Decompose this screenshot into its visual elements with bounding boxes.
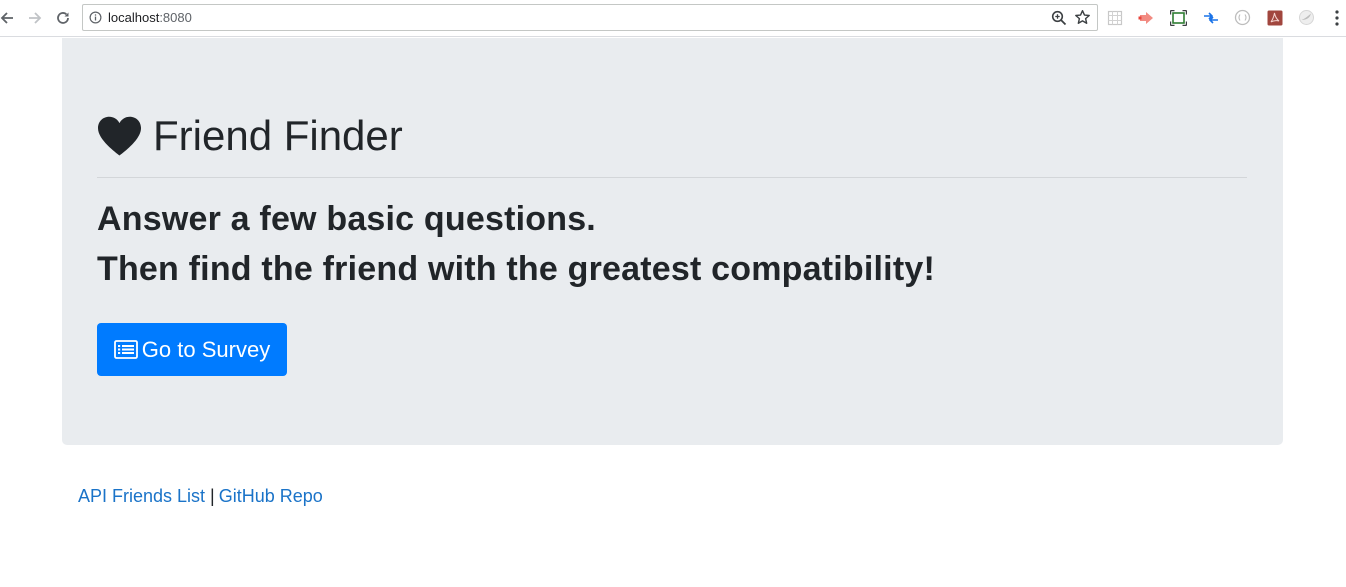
address-bar[interactable]: localhost:8080 bbox=[82, 4, 1098, 31]
jumbotron: Friend Finder Answer a few basic questio… bbox=[62, 38, 1283, 445]
lead-text-line-2: Then find the friend with the greatest c… bbox=[97, 250, 935, 288]
circle-extension-icon[interactable] bbox=[1234, 9, 1251, 26]
list-alt-icon bbox=[113, 340, 138, 359]
star-icon[interactable] bbox=[1074, 9, 1091, 26]
red-arrow-extension-icon[interactable] bbox=[1138, 9, 1155, 26]
page-title: Friend Finder bbox=[153, 112, 403, 159]
title-row: Friend Finder bbox=[97, 112, 403, 160]
back-arrow-icon[interactable] bbox=[0, 7, 18, 29]
zoom-icon[interactable] bbox=[1051, 10, 1067, 26]
info-icon[interactable] bbox=[89, 11, 102, 24]
heart-icon bbox=[98, 116, 141, 156]
url-host: localhost bbox=[108, 10, 160, 25]
pdf-extension-icon[interactable] bbox=[1266, 9, 1283, 26]
more-vertical-icon[interactable] bbox=[1330, 9, 1344, 27]
go-to-survey-button[interactable]: Go to Survey bbox=[97, 323, 287, 376]
lead-text-line-1: Answer a few basic questions. bbox=[97, 200, 596, 238]
footer-separator: | bbox=[210, 486, 215, 506]
url-text[interactable]: localhost:8080 bbox=[108, 11, 192, 25]
url-port: :8080 bbox=[159, 10, 192, 25]
screen-capture-extension-icon[interactable] bbox=[1170, 9, 1187, 26]
forward-arrow-icon[interactable] bbox=[24, 7, 46, 29]
footer: API Friends List | GitHub Repo bbox=[78, 484, 323, 508]
reload-icon[interactable] bbox=[52, 7, 74, 29]
browser-toolbar: localhost:8080 bbox=[0, 0, 1346, 37]
cloud-extension-icon[interactable] bbox=[1298, 9, 1315, 26]
divider bbox=[97, 177, 1247, 178]
api-friends-list-link[interactable]: API Friends List bbox=[78, 486, 205, 506]
github-repo-link[interactable]: GitHub Repo bbox=[219, 486, 323, 506]
survey-button-label: Go to Survey bbox=[141, 336, 271, 362]
blue-arrows-extension-icon[interactable] bbox=[1202, 9, 1219, 26]
grid-extension-icon[interactable] bbox=[1106, 9, 1123, 26]
